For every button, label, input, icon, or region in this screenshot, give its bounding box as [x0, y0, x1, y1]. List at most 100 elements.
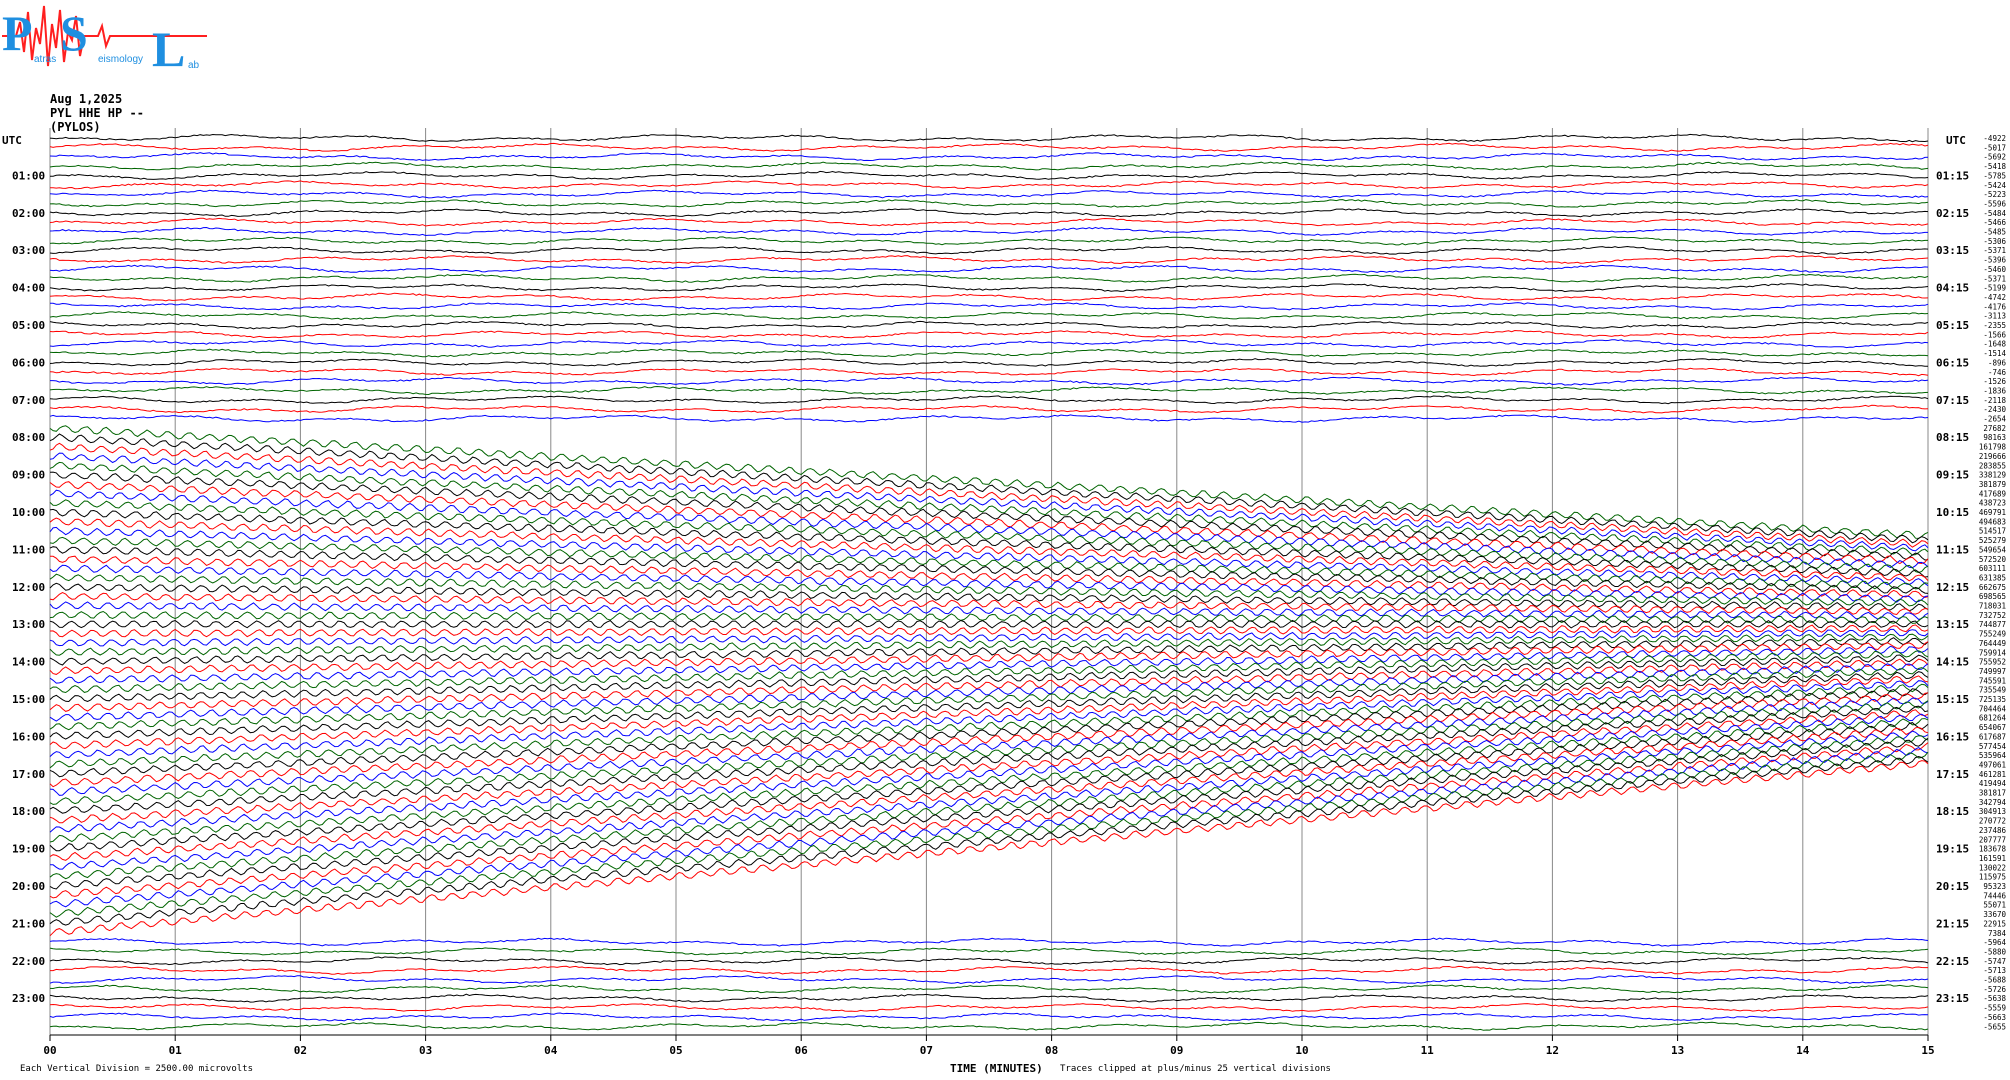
seismic-trace: [49, 1003, 1929, 1012]
mean-value-label: 161798: [1979, 443, 2007, 452]
seismic-trace: [49, 395, 1929, 405]
mean-value-label: 681264: [1979, 714, 2007, 723]
hour-label-left: 09:00: [12, 469, 45, 482]
mean-value-label: 514517: [1979, 527, 2006, 536]
seismic-trace: [50, 302, 1929, 311]
seismic-trace: [49, 385, 1929, 396]
mean-value-label: 535964: [1979, 751, 2007, 760]
mean-value-label: 755249: [1979, 630, 2006, 639]
mean-value-label: 74446: [1983, 891, 2006, 900]
seismic-trace: [49, 255, 1929, 265]
x-tick-label-08: 08: [1045, 1044, 1058, 1057]
hour-label-right: 07:15: [1936, 394, 1969, 407]
mean-value-label: -5726: [1983, 985, 2006, 994]
seismic-trace: [50, 965, 1928, 975]
seismic-trace: [49, 348, 1929, 358]
seismic-trace: [49, 956, 1929, 966]
seismic-trace: [50, 376, 1929, 386]
seismic-trace: [49, 718, 1929, 843]
mean-value-label: 698565: [1979, 592, 2006, 601]
mean-value-label: 438723: [1979, 499, 2006, 508]
hour-label-right: 23:15: [1936, 992, 1969, 1005]
mean-value-label: 718031: [1979, 602, 2006, 611]
mean-value-label: 461281: [1979, 770, 2006, 779]
mean-value-label: -5655: [1983, 1022, 2006, 1031]
mean-value-label: -5663: [1983, 1013, 2006, 1022]
hour-label-right: 08:15: [1936, 431, 1969, 444]
mean-value-label: 219666: [1979, 452, 2007, 461]
mean-value-label: -5688: [1983, 976, 2006, 985]
seismic-trace: [49, 499, 1929, 574]
mean-value-label: 417689: [1979, 489, 2006, 498]
x-tick-label-05: 05: [669, 1044, 682, 1057]
seismic-trace: [50, 555, 1929, 599]
mean-value-label: -5371: [1983, 274, 2006, 283]
seismic-trace: [49, 760, 1929, 937]
mean-value-label: 525279: [1979, 536, 2006, 545]
mean-value-label: 572520: [1979, 555, 2007, 564]
hour-label-left: 01:00: [12, 169, 45, 182]
mean-value-label: -5747: [1983, 957, 2006, 966]
mean-value-label: -5785: [1983, 171, 2006, 180]
hour-label-right: 04:15: [1936, 282, 1969, 295]
hour-label-right: 12:15: [1936, 581, 1969, 594]
mean-value-label: -746: [1988, 368, 2007, 377]
seismic-trace: [49, 142, 1929, 152]
seismic-trace: [49, 705, 1929, 814]
seismic-trace: [49, 404, 1929, 414]
hour-label-right: 10:15: [1936, 506, 1969, 519]
hour-label-right: 01:15: [1936, 169, 1969, 182]
seismic-trace: [49, 751, 1929, 918]
seismic-trace: [49, 161, 1929, 171]
mean-value-label: 130022: [1979, 863, 2006, 872]
hour-label-right: 13:15: [1936, 618, 1969, 631]
mean-value-label: 95323: [1983, 882, 2006, 891]
hour-label-left: 13:00: [12, 618, 45, 631]
seismic-trace: [49, 747, 1929, 908]
mean-value-label: -5396: [1983, 256, 2006, 265]
seismic-trace: [49, 208, 1929, 218]
mean-value-label: 161591: [1979, 854, 2006, 863]
x-axis-title: TIME (MINUTES): [950, 1062, 1043, 1075]
mean-value-label: 755952: [1979, 658, 2006, 667]
x-tick-label-09: 09: [1170, 1044, 1183, 1057]
mean-value-label: -5484: [1983, 209, 2006, 218]
mean-value-label: 704464: [1979, 704, 2007, 713]
hour-label-right: 11:15: [1936, 543, 1969, 556]
hour-label-right: 18:15: [1936, 805, 1969, 818]
helicorder-plot: 00 01 02 03 04 05 06 07 08 09 10 11 12 13 14 15 UTC UTC 01…: [2, 128, 2007, 1057]
mean-value-label: 304913: [1979, 807, 2006, 816]
clip-note: Traces clipped at plus/minus 25 vertical…: [1060, 1064, 1331, 1074]
seismic-trace: [49, 189, 1929, 199]
x-tick-label-02: 02: [294, 1044, 307, 1057]
mean-value-label: 725135: [1979, 695, 2006, 704]
mean-value-label: 759914: [1979, 648, 2007, 657]
mean-value-label: -1566: [1983, 330, 2006, 339]
mean-value-label: -5638: [1983, 994, 2006, 1003]
seismic-trace: [49, 601, 1929, 620]
hour-label-left: 05:00: [12, 319, 45, 332]
seismic-trace: [49, 1021, 1929, 1031]
hour-label-left: 23:00: [12, 992, 45, 1005]
mean-value-label: -1836: [1983, 386, 2006, 395]
seismic-trace: [50, 180, 1929, 190]
hour-label-right: 15:15: [1936, 693, 1969, 706]
mean-value-label: 662675: [1979, 583, 2006, 592]
seismic-trace: [49, 329, 1929, 339]
mean-value-label: 549654: [1979, 545, 2007, 554]
mean-value-label: -896: [1988, 358, 2007, 367]
mean-value-label: 22915: [1983, 919, 2006, 928]
mean-value-label: 732752: [1979, 611, 2006, 620]
hour-label-left: 04:00: [12, 282, 45, 295]
seismic-trace: [49, 320, 1929, 330]
mean-value-label: 654067: [1979, 723, 2006, 732]
mean-value-label: -5418: [1983, 162, 2006, 171]
seismic-trace: [49, 564, 1929, 603]
mean-value-label: -5223: [1983, 190, 2006, 199]
hour-label-right: 16:15: [1936, 730, 1969, 743]
mean-value-label: 735549: [1979, 686, 2006, 695]
mean-value-label: -5424: [1983, 181, 2006, 190]
mean-value-label: -5596: [1983, 199, 2006, 208]
hour-label-left: 17:00: [12, 768, 45, 781]
seismic-trace: [49, 358, 1929, 367]
